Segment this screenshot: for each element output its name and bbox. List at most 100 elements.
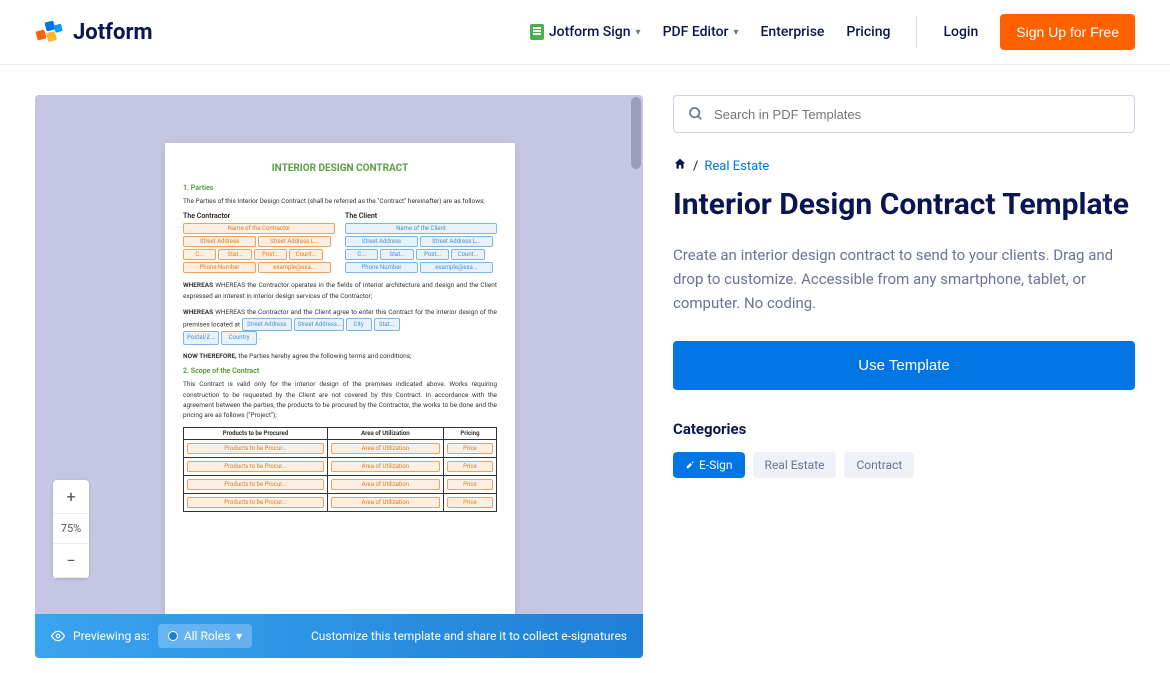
field-loc-street2[interactable]: Street Address... [294, 318, 344, 332]
nav: Jotform Sign ▾ PDF Editor ▾ Enterprise P… [530, 14, 1135, 50]
doc-text: WHEREAS WHEREAS the Contractor and the C… [183, 307, 497, 345]
breadcrumb-link[interactable]: Real Estate [704, 159, 769, 174]
preview-bottom-bar: Previewing as: All Roles ▾ Customize thi… [35, 614, 643, 658]
signup-button[interactable]: Sign Up for Free [1000, 14, 1135, 50]
breadcrumb-separator: / [693, 159, 698, 174]
search-box[interactable] [673, 95, 1135, 133]
logo[interactable]: Jotform [35, 17, 153, 47]
chevron-down-icon: ▾ [733, 27, 738, 38]
header: Jotform Jotform Sign ▾ PDF Editor ▾ Ente… [0, 0, 1170, 65]
zoom-controls: + 75% − [53, 480, 89, 578]
field-street2[interactable]: Street Address L... [258, 236, 331, 247]
field-loc-state[interactable]: Stat... [374, 318, 400, 332]
field-loc-postal[interactable]: Postal/Z... [183, 331, 219, 345]
field-street[interactable]: Street Address [183, 236, 256, 247]
login-link[interactable]: Login [943, 24, 978, 40]
field-phone[interactable]: Phone Number [345, 262, 418, 273]
field-city[interactable]: C... [183, 249, 216, 260]
field-area[interactable]: Area of Utilization [331, 497, 440, 508]
field-area[interactable]: Area of Utilization [331, 443, 440, 454]
pen-icon [685, 460, 695, 470]
field-price[interactable]: Price [447, 479, 493, 490]
field-street[interactable]: Street Address [345, 236, 418, 247]
doc-text: NOW THEREFORE, the Parties hereby agree … [183, 351, 497, 361]
doc-section: 1. Parties [183, 184, 497, 192]
nav-label: Pricing [846, 24, 890, 40]
page-title: Interior Design Contract Template [673, 187, 1135, 223]
field-state[interactable]: Stat... [380, 249, 413, 260]
field-product[interactable]: Products to be Procur... [187, 461, 324, 472]
field-loc-city[interactable]: City [346, 318, 372, 332]
preview-panel: + 75% − INTERIOR DESIGN CONTRACT 1. Part… [35, 95, 643, 658]
field-price[interactable]: Price [447, 497, 493, 508]
logo-icon [35, 17, 65, 47]
zoom-level: 75% [53, 514, 89, 544]
nav-pricing[interactable]: Pricing [846, 24, 890, 40]
field-country[interactable]: Count... [451, 249, 484, 260]
zoom-out-button[interactable]: − [53, 544, 89, 578]
breadcrumb: / Real Estate [673, 157, 1135, 175]
nav-label: Jotform Sign [549, 24, 631, 40]
field-street2[interactable]: Street Address L... [420, 236, 493, 247]
field-price[interactable]: Price [447, 461, 493, 472]
field-price[interactable]: Price [447, 443, 493, 454]
main: + 75% − INTERIOR DESIGN CONTRACT 1. Part… [0, 65, 1170, 658]
doc-title: INTERIOR DESIGN CONTRACT [183, 163, 497, 174]
preview-as-label: Previewing as: [73, 629, 150, 643]
doc-section: 2. Scope of the Contract [183, 367, 497, 375]
home-icon[interactable] [673, 157, 687, 175]
categories-title: Categories [673, 420, 1135, 438]
tag-realestate[interactable]: Real Estate [753, 452, 837, 478]
client-heading: The Client [345, 212, 497, 220]
field-state[interactable]: Stat... [218, 249, 251, 260]
chevron-down-icon: ▾ [236, 629, 242, 643]
field-email[interactable]: example@exa... [420, 262, 493, 273]
field-postal[interactable]: Post... [254, 249, 287, 260]
doc-text: This Contract is valid only for the inte… [183, 379, 497, 421]
field-city[interactable]: C... [345, 249, 378, 260]
field-area[interactable]: Area of Utilization [331, 479, 440, 490]
logo-text: Jotform [73, 20, 153, 45]
zoom-in-button[interactable]: + [53, 480, 89, 514]
field-email[interactable]: example@exa... [258, 262, 331, 273]
field-country[interactable]: Count... [289, 249, 322, 260]
preview-as: Previewing as: All Roles ▾ [51, 624, 252, 648]
document-icon [530, 24, 544, 40]
field-postal[interactable]: Post... [416, 249, 449, 260]
divider [916, 16, 917, 48]
field-product[interactable]: Products to be Procur... [187, 497, 324, 508]
field-client-name[interactable]: Name of the Client [345, 223, 497, 234]
tags: E-Sign Real Estate Contract [673, 452, 1135, 478]
field-area[interactable]: Area of Utilization [331, 461, 440, 472]
tag-esign[interactable]: E-Sign [673, 452, 745, 478]
search-input[interactable] [714, 107, 1120, 122]
right-panel: / Real Estate Interior Design Contract T… [673, 95, 1135, 658]
nav-label: PDF Editor [663, 24, 729, 40]
nav-jotform-sign[interactable]: Jotform Sign ▾ [530, 24, 641, 40]
field-product[interactable]: Products to be Procur... [187, 443, 324, 454]
contractor-heading: The Contractor [183, 212, 335, 220]
document-preview[interactable]: INTERIOR DESIGN CONTRACT 1. Parties The … [165, 143, 515, 658]
field-contractor-name[interactable]: Name of the Contractor [183, 223, 335, 234]
use-template-button[interactable]: Use Template [673, 341, 1135, 390]
nav-pdf-editor[interactable]: PDF Editor ▾ [663, 24, 739, 40]
doc-table: Products to be ProcuredArea of Utilizati… [183, 427, 497, 512]
field-loc-street[interactable]: Street Address [242, 318, 292, 332]
scrollbar[interactable] [631, 97, 641, 169]
chevron-down-icon: ▾ [636, 27, 641, 38]
field-phone[interactable]: Phone Number [183, 262, 256, 273]
eye-icon [51, 629, 65, 643]
customize-text: Customize this template and share it to … [311, 629, 627, 643]
nav-label: Enterprise [761, 24, 825, 40]
doc-text: The Parties of this Interior Design Cont… [183, 196, 497, 206]
page-description: Create an interior design contract to se… [673, 243, 1135, 315]
nav-enterprise[interactable]: Enterprise [761, 24, 825, 40]
search-icon [688, 106, 704, 122]
roles-icon [168, 631, 178, 641]
tag-contract[interactable]: Contract [844, 452, 914, 478]
roles-select[interactable]: All Roles ▾ [158, 624, 252, 648]
field-product[interactable]: Products to be Procur... [187, 479, 324, 490]
doc-text: WHEREAS WHEREAS the Contractor operates … [183, 280, 497, 301]
roles-label: All Roles [184, 629, 230, 643]
field-loc-country[interactable]: Country [221, 331, 257, 345]
